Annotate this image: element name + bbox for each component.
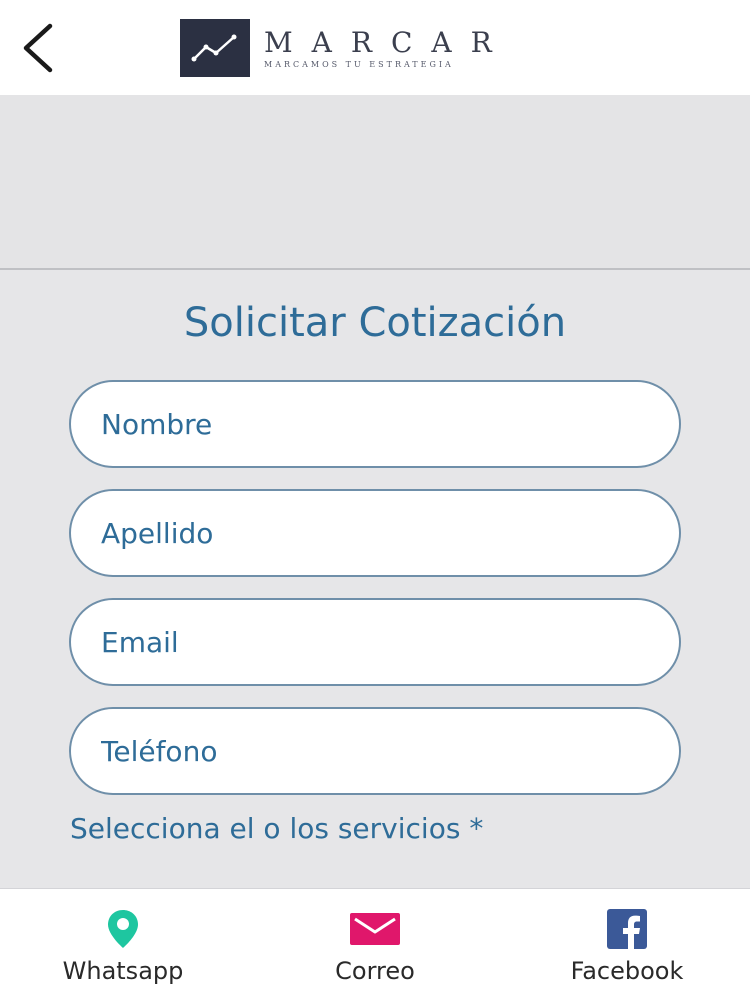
phone-input[interactable] [69, 707, 681, 795]
bottom-nav: Whatsapp Correo Facebook [0, 888, 750, 1000]
brand-logo: MARCAR MARCAMOS TU ESTRATEGIA [180, 18, 511, 78]
tab-correo[interactable]: Correo [300, 889, 450, 1000]
chevron-left-icon [23, 23, 53, 73]
location-pin-icon [108, 910, 138, 948]
banner-area [0, 95, 750, 270]
form-title: Solicitar Cotización [183, 300, 567, 346]
mail-icon [350, 913, 400, 945]
logo-name: MARCAR [264, 25, 511, 59]
header-bar: MARCAR MARCAMOS TU ESTRATEGIA [0, 0, 750, 95]
tab-facebook-label: Facebook [570, 957, 684, 985]
app-root: MARCAR MARCAMOS TU ESTRATEGIA Solicitar … [0, 0, 750, 1000]
trend-chart-icon [191, 34, 237, 62]
tab-facebook[interactable]: Facebook [552, 889, 702, 1000]
facebook-icon [607, 909, 647, 949]
logo-tagline: MARCAMOS TU ESTRATEGIA [264, 59, 454, 69]
email-input[interactable] [69, 598, 681, 686]
tab-facebook-icon-wrap [607, 909, 647, 949]
first-name-input[interactable] [69, 380, 681, 468]
services-label: Selecciona el o los servicios * [70, 812, 484, 845]
tab-whatsapp-label: Whatsapp [62, 957, 184, 985]
last-name-input[interactable] [69, 489, 681, 577]
logo-mark [180, 19, 250, 77]
tab-correo-label: Correo [335, 957, 415, 985]
tab-correo-icon-wrap [350, 909, 400, 949]
logo-text: MARCAR MARCAMOS TU ESTRATEGIA [264, 25, 511, 69]
tab-whatsapp-icon-wrap [106, 909, 140, 949]
tab-whatsapp[interactable]: Whatsapp [48, 889, 198, 1000]
back-button[interactable] [10, 18, 66, 78]
